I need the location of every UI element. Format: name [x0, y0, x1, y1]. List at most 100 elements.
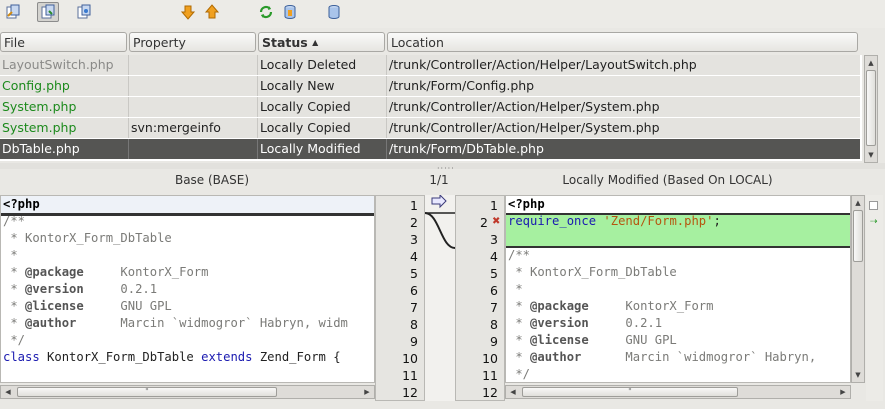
location-cell: /trunk/Form/Config.php — [389, 78, 535, 93]
arrow-down-icon — [180, 5, 196, 20]
scroll-down-icon[interactable]: ▼ — [852, 369, 864, 381]
status-cell: Locally Copied — [258, 97, 387, 117]
line-number: 8 — [410, 317, 418, 332]
line-number: 5 — [410, 266, 418, 281]
base-code-pane[interactable]: <?php /** * KontorX_Form_DbTable * * @pa… — [0, 195, 375, 383]
line-number: 12 — [482, 385, 498, 400]
scroll-left-icon[interactable]: ◀ — [507, 386, 519, 398]
file-cell: System.php — [0, 97, 129, 117]
line-number: 7 — [490, 300, 498, 315]
scroll-down-icon[interactable]: ▼ — [865, 149, 877, 161]
column-header-status[interactable]: Status ▲ — [258, 32, 385, 52]
table-row[interactable]: Config.php Locally New /trunk/Form/Confi… — [0, 76, 860, 97]
code-line: /** — [508, 248, 531, 262]
code-line: * @package KontorX_Form — [3, 265, 209, 279]
line-number: 1 — [490, 198, 498, 213]
location-cell: /trunk/Controller/Action/Helper/System.p… — [389, 99, 660, 114]
file-table: LayoutSwitch.php Locally Deleted /trunk/… — [0, 55, 862, 161]
local-code-pane[interactable]: <?php require_once 'Zend/Form.php'; /** … — [505, 195, 851, 383]
status-cell: Locally Deleted — [258, 55, 387, 75]
table-row[interactable]: System.php Locally Copied /trunk/Control… — [0, 97, 860, 118]
local-horizontal-scrollbar[interactable]: ◀ " ▶ — [505, 385, 851, 399]
code-text: <?php — [3, 197, 40, 211]
line-number: 3 — [410, 232, 418, 247]
scroll-thumb[interactable] — [866, 70, 876, 146]
base-horizontal-scrollbar[interactable]: ◀ " ▶ — [0, 385, 375, 399]
refresh-button[interactable] — [255, 2, 277, 22]
toolbar — [0, 0, 885, 28]
location-cell: /trunk/Controller/Action/Helper/LayoutSw… — [389, 57, 697, 72]
code-line: class KontorX_Form_DbTable extends Zend_… — [3, 350, 341, 364]
line-number: 2 — [410, 215, 418, 230]
scroll-thumb[interactable]: " — [522, 387, 738, 397]
line-number: 9 — [490, 334, 498, 349]
line-number: 10 — [402, 351, 418, 366]
local-pane-title: Locally Modified (Based On LOCAL) — [562, 173, 773, 187]
column-header-file[interactable]: File — [0, 32, 127, 52]
update-button[interactable] — [323, 2, 345, 22]
status-header-label: Status — [262, 35, 308, 50]
code-line: <?php — [506, 196, 850, 213]
remove-change-icon[interactable]: ✖ — [492, 217, 502, 227]
status-cell: Locally New — [258, 76, 387, 96]
scroll-thumb[interactable]: " — [17, 387, 277, 397]
pane-splitter[interactable]: ····· — [0, 163, 885, 173]
previous-difference-button[interactable] — [201, 2, 223, 22]
table-row-selected[interactable]: DbTable.php Locally Modified /trunk/Form… — [0, 139, 860, 160]
code-line: * — [508, 282, 523, 296]
scroll-left-icon[interactable]: ◀ — [2, 386, 14, 398]
line-number: 5 — [490, 266, 498, 281]
show-all-changes-button[interactable] — [2, 2, 24, 22]
next-difference-button[interactable] — [177, 2, 199, 22]
show-local-changes-icon — [41, 4, 55, 19]
show-local-changes-button[interactable] — [37, 2, 59, 22]
line-number: 4 — [410, 249, 418, 264]
status-cell: Locally Copied — [258, 118, 387, 138]
file-cell: DbTable.php — [0, 139, 129, 159]
local-vertical-scrollbar[interactable]: ▲ ▼ — [851, 195, 865, 383]
database-commit-icon — [284, 5, 296, 20]
code-line: * @license GNU GPL — [3, 299, 172, 313]
code-text: <?php — [508, 197, 545, 211]
line-number: 6 — [410, 283, 418, 298]
code-line: * @license GNU GPL — [508, 333, 677, 347]
code-line: * @version 0.2.1 — [3, 282, 158, 296]
base-line-numbers: 1 2 3 4 5 6 7 8 9 10 11 12 — [375, 195, 425, 401]
column-header-location[interactable]: Location — [387, 32, 858, 52]
code-line: <?php — [1, 196, 374, 213]
splitter-grip-icon: ····· — [437, 164, 455, 173]
location-cell: /trunk/Form/DbTable.php — [389, 141, 544, 156]
commit-button[interactable] — [279, 2, 301, 22]
table-row[interactable]: System.php svn:mergeinfo Locally Copied … — [0, 118, 860, 139]
table-vertical-scrollbar[interactable]: ▲ ▼ — [864, 55, 878, 163]
line-number: 7 — [410, 300, 418, 315]
code-line: require_once 'Zend/Form.php'; — [508, 214, 721, 228]
code-line: * @author Marcin `widmogror` Habryn, — [508, 350, 817, 364]
scroll-right-icon[interactable]: ▶ — [837, 386, 849, 398]
diff-connector — [425, 195, 455, 401]
scroll-up-icon[interactable]: ▲ — [865, 57, 877, 69]
code-line: * @package KontorX_Form — [508, 299, 714, 313]
property-cell: svn:mergeinfo — [129, 118, 258, 138]
line-number: 11 — [402, 368, 418, 383]
code-line: * KontorX_Form_DbTable — [3, 231, 172, 245]
show-remote-changes-button[interactable] — [73, 2, 95, 22]
location-cell: /trunk/Controller/Action/Helper/System.p… — [389, 120, 660, 135]
diff-overview-strip[interactable]: ⇢ — [866, 195, 883, 401]
local-line-numbers: 1 2 ✖ 3 4 5 6 7 8 9 10 11 12 — [455, 195, 505, 401]
difference-counter: 1/1 — [429, 173, 449, 187]
table-row[interactable]: LayoutSwitch.php Locally Deleted /trunk/… — [0, 55, 860, 76]
line-number: 1 — [410, 198, 418, 213]
column-header-property[interactable]: Property — [129, 32, 256, 52]
code-line: */ — [3, 333, 26, 347]
code-line: /** — [3, 214, 26, 228]
scroll-up-icon[interactable]: ▲ — [852, 197, 864, 209]
scroll-thumb[interactable] — [853, 210, 863, 262]
overview-checkbox[interactable] — [869, 201, 878, 210]
change-location-icon[interactable]: ⇢ — [870, 217, 878, 227]
scroll-right-icon[interactable]: ▶ — [361, 386, 373, 398]
line-number: 8 — [490, 317, 498, 332]
code-line: * @version 0.2.1 — [508, 316, 663, 330]
line-number: 3 — [490, 232, 498, 247]
